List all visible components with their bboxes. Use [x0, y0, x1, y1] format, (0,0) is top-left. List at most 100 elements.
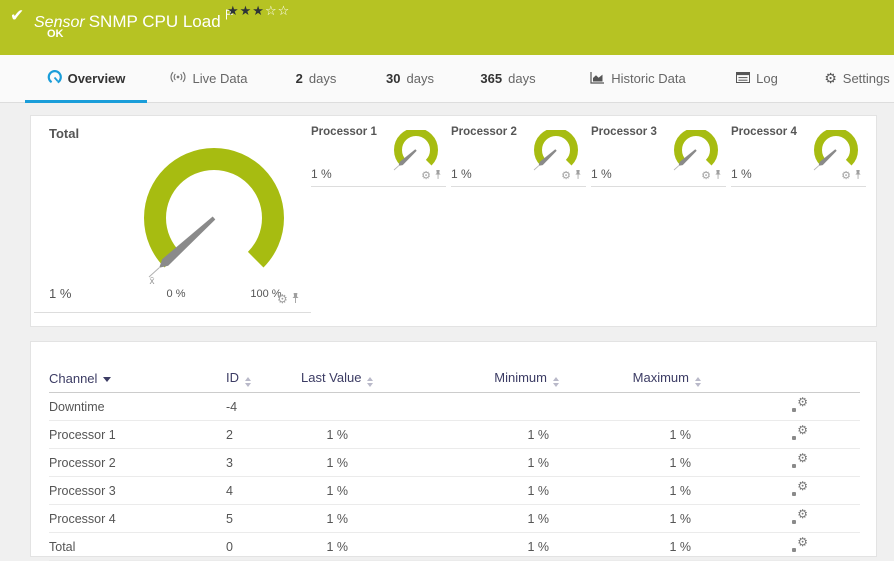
table-row: Processor 3 4 1 % 1 % 1 % ⚙ [49, 477, 860, 505]
channel-gauge-needle-tail [814, 166, 819, 170]
column-header-id[interactable]: ID [226, 364, 301, 393]
channel-gauge-actions: ⚙ [841, 169, 862, 182]
gauge-settings-gear-icon[interactable]: ⚙ [421, 170, 431, 181]
priority-stars[interactable]: ★★★☆☆ [227, 4, 290, 19]
column-header-maximum[interactable]: Maximum [559, 364, 701, 393]
cell-last-value: 1 % [301, 449, 358, 477]
tab-log-label: Log [756, 71, 778, 86]
cell-actions: ⚙ [701, 477, 860, 505]
cell-channel: Processor 1 [49, 421, 226, 449]
tab-2-days[interactable]: 2 days [286, 55, 346, 102]
table-row: Processor 4 5 1 % 1 % 1 % ⚙ [49, 505, 860, 533]
cell-last-value: 1 % [301, 533, 358, 561]
channel-table: Channel ID Last Value Minimum Maximum Do… [49, 364, 860, 561]
channel-settings-gears-icon[interactable]: ⚙ [791, 510, 808, 525]
gauge-settings-gear-icon[interactable]: ⚙ [841, 170, 851, 181]
sort-desc-icon [103, 377, 111, 382]
tab-365-days-number: 365 [480, 71, 502, 86]
channel-gauge-cell: Processor 2 1 % ⚙ [451, 124, 586, 187]
channel-gauge-value: 1 % [591, 167, 612, 181]
channel-gauge-label: Processor 1 [311, 126, 377, 138]
channel-gauge-label: Processor 3 [591, 126, 657, 138]
sensor-status-band: ✔ SensorSNMP CPU Load ★★★☆☆ OK [0, 0, 894, 55]
table-row: Processor 2 3 1 % 1 % 1 % ⚙ [49, 449, 860, 477]
gauge-panel: Total x̄ 0 % 100 % 1 % ⚙ Processor 1 1 %… [30, 115, 877, 327]
cell-minimum: 1 % [358, 533, 559, 561]
channel-gauge-label: Processor 2 [451, 126, 517, 138]
cell-last-value: 1 % [301, 421, 358, 449]
gauge-pin-icon[interactable] [291, 292, 300, 306]
live-signal-icon [169, 71, 187, 86]
column-header-last-value[interactable]: Last Value [301, 364, 358, 393]
channel-table-header-row: Channel ID Last Value Minimum Maximum [49, 364, 860, 393]
gauge-settings-gear-icon[interactable]: ⚙ [277, 293, 288, 305]
cell-minimum: 1 % [358, 505, 559, 533]
channel-settings-gears-icon[interactable]: ⚙ [791, 398, 808, 413]
tab-log[interactable]: Log [726, 55, 788, 102]
channel-gauge [391, 130, 441, 174]
cell-actions: ⚙ [701, 505, 860, 533]
tab-settings[interactable]: ⚙ Settings [820, 55, 894, 102]
column-header-minimum[interactable]: Minimum [358, 364, 559, 393]
cell-channel: Processor 3 [49, 477, 226, 505]
tab-overview[interactable]: Overview [25, 55, 147, 102]
channel-settings-gears-icon[interactable]: ⚙ [791, 426, 808, 441]
channel-gauge-value: 1 % [311, 167, 332, 181]
tab-overview-label: Overview [68, 71, 126, 86]
tab-settings-label: Settings [843, 71, 890, 86]
channel-gauge [671, 130, 721, 174]
channel-gauge-label: Processor 4 [731, 126, 797, 138]
sort-toggle-icon [553, 377, 559, 387]
cell-minimum: 1 % [358, 449, 559, 477]
priority-stars-empty: ☆☆ [265, 4, 290, 19]
tab-bar: Overview Live Data 2 days 30 days 365 da… [0, 55, 894, 103]
channel-gauge-cell: Processor 4 1 % ⚙ [731, 124, 866, 187]
channel-settings-gears-icon[interactable]: ⚙ [791, 454, 808, 469]
channel-gauge-cell: Processor 3 1 % ⚙ [591, 124, 726, 187]
channel-gauge-arc [678, 132, 714, 163]
cell-maximum: 1 % [559, 533, 701, 561]
tab-30-days-number: 30 [386, 71, 400, 86]
tab-live-data[interactable]: Live Data [158, 55, 258, 102]
channel-gauge-arc [538, 132, 574, 163]
channel-gauge-needle-tail [674, 166, 679, 170]
cell-channel: Total [49, 533, 226, 561]
sort-toggle-icon [695, 377, 701, 387]
table-row: Total 0 1 % 1 % 1 % ⚙ [49, 533, 860, 561]
column-header-channel[interactable]: Channel [49, 364, 226, 393]
tab-historic-data[interactable]: Historic Data [576, 55, 700, 102]
cell-last-value [301, 393, 358, 421]
cell-channel: Downtime [49, 393, 226, 421]
total-gauge: x̄ 0 % 100 % [126, 138, 301, 303]
gauge-pin-icon[interactable] [574, 169, 582, 182]
total-gauge-arc [155, 159, 273, 260]
channel-gauge-actions: ⚙ [421, 169, 442, 182]
gauge-pin-icon[interactable] [854, 169, 862, 182]
tab-365-days-unit: days [508, 71, 535, 86]
average-marker: x̄ [150, 276, 155, 287]
gauge-settings-gear-icon[interactable]: ⚙ [561, 170, 571, 181]
cell-maximum: 1 % [559, 449, 701, 477]
gauge-settings-gear-icon[interactable]: ⚙ [701, 170, 711, 181]
channel-table-panel: Channel ID Last Value Minimum Maximum Do… [30, 341, 877, 557]
channel-settings-gears-icon[interactable]: ⚙ [791, 538, 808, 553]
sort-toggle-icon [367, 377, 373, 387]
gauge-pin-icon[interactable] [434, 169, 442, 182]
cell-actions: ⚙ [701, 533, 860, 561]
channel-settings-gears-icon[interactable]: ⚙ [791, 482, 808, 497]
total-gauge-divider [34, 312, 311, 313]
total-gauge-label: Total [49, 126, 79, 141]
tab-365-days[interactable]: 365 days [470, 55, 546, 102]
column-header-actions [701, 364, 860, 393]
gauge-pin-icon[interactable] [714, 169, 722, 182]
channel-gauge-value: 1 % [451, 167, 472, 181]
cell-actions: ⚙ [701, 421, 860, 449]
tab-30-days[interactable]: 30 days [378, 55, 442, 102]
gear-icon: ⚙ [824, 72, 837, 86]
total-gauge-value: 1 % [49, 286, 71, 301]
cell-id: -4 [226, 393, 301, 421]
cell-id: 0 [226, 533, 301, 561]
channel-gauge-arc [398, 132, 434, 163]
channel-gauge [531, 130, 581, 174]
cell-channel: Processor 2 [49, 449, 226, 477]
